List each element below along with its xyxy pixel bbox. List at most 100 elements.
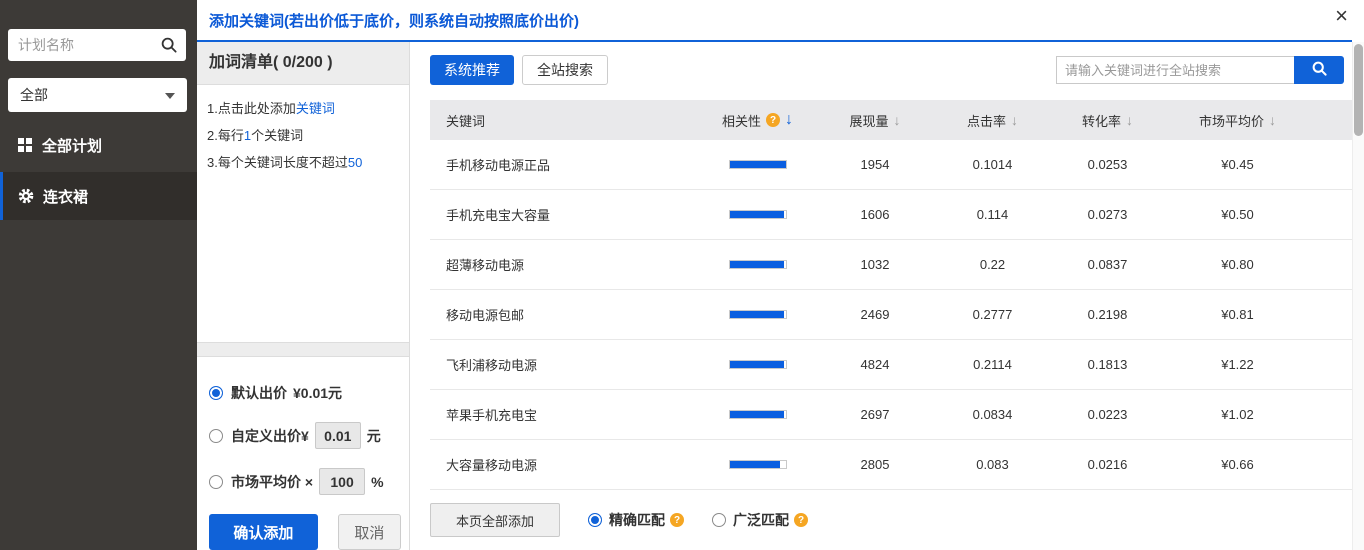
bid-option-custom[interactable]: 自定义出价¥ 元 [209,422,401,449]
table-row[interactable]: 移动电源包邮 2469 0.2777 0.2198 ¥0.81 [430,290,1352,340]
table-row[interactable]: 手机移动电源正品 1954 0.1014 0.0253 ¥0.45 [430,140,1352,190]
instruction-line: 3.每个关键词长度不超过50 [207,149,401,176]
keyword-search-input[interactable] [1056,56,1294,84]
price-cell: ¥1.02 [1165,407,1310,422]
radio-icon[interactable] [209,429,223,443]
custom-bid-input[interactable] [315,422,361,449]
table-row[interactable]: 超薄移动电源 1032 0.22 0.0837 ¥0.80 [430,240,1352,290]
relevance-bar [729,310,787,319]
ctr-cell: 0.0834 [935,407,1050,422]
table-row[interactable]: 苹果手机充电宝 2697 0.0834 0.0223 ¥1.02 [430,390,1352,440]
instruction-link: 50 [348,155,362,170]
radio-icon[interactable] [588,513,602,527]
relevance-cell [700,360,815,369]
confirm-add-button[interactable]: 确认添加 [209,514,318,550]
cvr-cell: 0.0223 [1050,407,1165,422]
instruction-line: 2.每行1个关键词 [207,122,401,149]
bid-option-label: 市场平均价 × [231,472,313,492]
cvr-cell: 0.2198 [1050,307,1165,322]
impressions-cell: 2805 [815,457,935,472]
impressions-cell: 2697 [815,407,935,422]
sidebar-item-dress-plan[interactable]: 连衣裙 [0,172,197,220]
sort-icon[interactable]: ↓ [1269,112,1276,128]
column-label: 点击率 [967,111,1006,130]
column-header-cvr[interactable]: 转化率 ↓ [1050,111,1165,130]
price-cell: ¥0.80 [1165,257,1310,272]
column-label: 相关性 [722,111,761,130]
impressions-cell: 2469 [815,307,935,322]
ctr-cell: 0.083 [935,457,1050,472]
match-option-label: 广泛匹配 [733,510,789,530]
add-keywords-modal: 添加关键词(若出价低于底价，则系统自动按照底价出价) × 加词清单( 0/200… [197,0,1364,550]
keyword-cell: 飞利浦移动电源 [430,355,700,374]
table-row[interactable]: 手机充电宝大容量 1606 0.114 0.0273 ¥0.50 [430,190,1352,240]
scrollbar-thumb[interactable] [1354,44,1363,136]
radio-icon[interactable] [712,513,726,527]
relevance-cell [700,310,815,319]
plan-filter-dropdown[interactable]: 全部 [8,78,187,112]
sort-desc-icon[interactable]: ↓ [785,111,793,129]
bid-option-suffix: 元 [367,426,381,446]
plan-filter-value: 全部 [20,85,48,105]
keyword-cell: 移动电源包邮 [430,305,700,324]
keyword-cell: 手机充电宝大容量 [430,205,700,224]
sidebar-item-all-plans[interactable]: 全部计划 [0,124,197,166]
cancel-button[interactable]: 取消 [338,514,401,550]
price-cell: ¥0.45 [1165,157,1310,172]
table-row[interactable]: 大容量移动电源 2805 0.083 0.0216 ¥0.66 [430,440,1352,490]
column-header-impressions[interactable]: 展现量 ↓ [815,111,935,130]
plan-search-box [8,29,187,61]
column-header-keyword: 关键词 [430,111,700,130]
instruction-link[interactable]: 关键词 [296,101,335,116]
help-icon[interactable]: ? [766,113,780,127]
ctr-cell: 0.2777 [935,307,1050,322]
keyword-entry-area[interactable]: 1.点击此处添加关键词 2.每行1个关键词 3.每个关键词长度不超过50 [197,84,409,343]
close-icon[interactable]: × [1335,2,1348,30]
keyword-cell: 超薄移动电源 [430,255,700,274]
table-row[interactable]: 飞利浦移动电源 4824 0.2114 0.1813 ¥1.22 [430,340,1352,390]
add-list-panel: 加词清单( 0/200 ) 1.点击此处添加关键词 2.每行1个关键词 3.每个… [197,42,410,550]
bid-settings-panel: 默认出价 ¥0.01元 自定义出价¥ 元 市场平均价 × % [197,356,409,550]
gear-icon [18,188,34,204]
market-pct-input[interactable] [319,468,365,495]
radio-icon[interactable] [209,475,223,489]
sidebar-item-label: 全部计划 [42,135,102,156]
bid-option-market-avg[interactable]: 市场平均价 × % [209,468,401,495]
table-footer: 本页全部添加 精确匹配 ? 广泛匹配 ? [430,490,1352,537]
table-header-row: 关键词 相关性 ? ↓ 展现量 ↓ 点击率 ↓ [430,100,1352,140]
impressions-cell: 4824 [815,357,935,372]
bid-option-suffix: % [371,474,383,490]
ctr-cell: 0.114 [935,207,1050,222]
relevance-bar [729,260,787,269]
match-option-label: 精确匹配 [609,510,665,530]
tab-site-search[interactable]: 全站搜索 [522,55,608,85]
bid-option-default[interactable]: 默认出价 ¥0.01元 [209,383,401,403]
bid-option-label: 自定义出价¥ [231,426,309,446]
column-label: 转化率 [1082,111,1121,130]
ctr-cell: 0.1014 [935,157,1050,172]
ctr-cell: 0.22 [935,257,1050,272]
match-option-broad[interactable]: 广泛匹配 ? [712,510,808,530]
relevance-bar [729,410,787,419]
impressions-cell: 1032 [815,257,935,272]
tab-system-recommend[interactable]: 系统推荐 [430,55,514,85]
match-option-exact[interactable]: 精确匹配 ? [588,510,684,530]
search-button[interactable] [1294,56,1344,84]
help-icon[interactable]: ? [794,513,808,527]
column-header-ctr[interactable]: 点击率 ↓ [935,111,1050,130]
radio-icon[interactable] [209,386,223,400]
add-all-button[interactable]: 本页全部添加 [430,503,560,537]
search-icon[interactable] [160,36,178,54]
sort-icon[interactable]: ↓ [1126,112,1133,128]
sort-icon[interactable]: ↓ [1011,112,1018,128]
source-tabs: 系统推荐 全站搜索 [430,55,608,85]
help-icon[interactable]: ? [670,513,684,527]
vertical-scrollbar[interactable] [1352,42,1364,550]
sort-icon[interactable]: ↓ [894,112,901,128]
column-header-market-price[interactable]: 市场平均价 ↓ [1165,111,1310,130]
keyword-results-area: 系统推荐 全站搜索 [410,42,1352,550]
ctr-cell: 0.2114 [935,357,1050,372]
column-header-relevance[interactable]: 相关性 ? ↓ [700,111,815,130]
keyword-dialog-screen: 全部 全部计划 连衣裙 添加关键词(若出价低于底价，则系统自动按照底价出价) ×… [0,0,1364,550]
keyword-cell: 苹果手机充电宝 [430,405,700,424]
